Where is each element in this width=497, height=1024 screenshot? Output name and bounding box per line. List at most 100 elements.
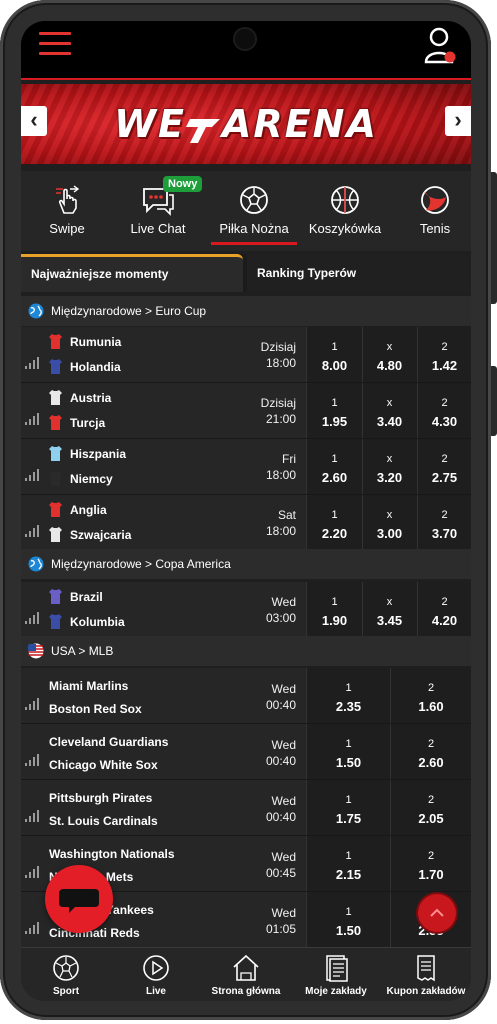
team-name: Turcja — [70, 415, 106, 430]
odd-away[interactable]: 2 1.70 — [390, 836, 471, 891]
signal-bars-icon — [25, 810, 39, 822]
nav-tenis[interactable]: Tenis — [399, 171, 471, 251]
bottom-nav-home[interactable]: Strona główna — [201, 948, 291, 1001]
menu-icon[interactable] — [39, 32, 71, 58]
banner-prev-button[interactable]: ‹ — [21, 106, 47, 136]
odd-key: 1 — [345, 906, 352, 918]
match-teams: Brazil Kolumbia — [49, 582, 249, 637]
bottom-nav-label: Kupon zakładów — [386, 986, 466, 997]
league-header-copa[interactable]: Międzynarodowe > Copa America — [21, 549, 471, 579]
logo-slash-mark — [186, 110, 222, 143]
match-row[interactable]: Cleveland Guardians Chicago White Sox Wed 0… — [21, 724, 471, 780]
nav-pilka-nozna[interactable]: Piłka Nożna — [211, 171, 297, 251]
odd-away[interactable]: 2 2.60 — [390, 724, 471, 779]
odd-value: 1.60 — [418, 699, 444, 714]
match-hour: 21:00 — [265, 412, 296, 426]
user-icon[interactable] — [423, 26, 457, 66]
league-header-euro[interactable]: Międzynarodowe > Euro Cup — [21, 296, 471, 326]
odd-home[interactable]: 1 8.00 — [307, 327, 363, 382]
match-row[interactable]: Hiszpania Niemcy Fri 18:00 1 2.60 x 3.20 2 2.75 — [21, 439, 471, 495]
bottom-navigation: Sport Live Strona główna Moje zakłady Ku… — [21, 947, 471, 1001]
away-team: Chicago White Sox — [49, 757, 158, 772]
odd-home[interactable]: 1 2.60 — [307, 439, 363, 494]
odd-away[interactable]: 2 1.42 — [417, 327, 471, 382]
match-row[interactable]: Miami Marlins Boston Red Sox Wed 00:40 1 2.35… — [21, 668, 471, 724]
home-team: Brazil — [49, 589, 103, 605]
odd-home[interactable]: 1 2.20 — [307, 495, 363, 550]
nav-koszykowka[interactable]: Koszykówka — [301, 171, 389, 251]
odd-value: 2.15 — [335, 867, 362, 882]
top-bar — [21, 21, 471, 78]
side-button — [491, 366, 497, 436]
odd-key: 2 — [441, 509, 448, 521]
bottom-nav-coupon[interactable]: Kupon zakładów — [381, 948, 471, 1001]
odd-draw[interactable]: x 3.20 — [362, 439, 418, 494]
odd-away[interactable]: 2 4.30 — [417, 383, 471, 438]
bottom-nav-live[interactable]: Live — [111, 948, 201, 1001]
sports-navigation: Swipe Live Chat Nowy Piłka Nożna Koszykó… — [21, 171, 471, 251]
odd-key: 1 — [331, 596, 338, 608]
odd-home[interactable]: 1 1.50 — [307, 892, 391, 947]
nav-label: Live Chat — [130, 221, 186, 236]
tab-highlights[interactable]: Najważniejsze momenty — [21, 254, 243, 292]
odd-value: 1.70 — [418, 867, 444, 882]
away-team: St. Louis Cardinals — [49, 813, 158, 828]
odd-draw[interactable]: x 4.80 — [362, 327, 418, 382]
odd-key: 2 — [427, 794, 435, 806]
banner-next-button[interactable]: › — [445, 106, 471, 136]
match-day: Wed — [271, 682, 296, 696]
match-hour: 01:05 — [265, 922, 296, 936]
tab-ranking[interactable]: Ranking Typerów — [247, 254, 471, 292]
odd-home[interactable]: 1 1.50 — [307, 724, 391, 779]
odd-value: 4.80 — [376, 358, 403, 373]
odd-home[interactable]: 1 2.35 — [307, 668, 391, 723]
match-teams: Anglia Szwajcaria — [49, 495, 249, 550]
team-name: Niemcy — [70, 471, 113, 486]
team-name: Miami Marlins — [49, 678, 129, 693]
odd-away[interactable]: 2 2.05 — [390, 780, 471, 835]
odds-group: 1 1.75 2 2.05 — [306, 780, 471, 835]
league-header-mlb[interactable]: USA > MLB — [21, 636, 471, 666]
match-row[interactable]: Brazil Kolumbia Wed 03:00 1 1.90 x 3.45 2 4.20 — [21, 582, 471, 638]
odd-key: 1 — [345, 794, 352, 806]
odd-away[interactable]: 2 1.60 — [390, 668, 471, 723]
soccer-ball-icon — [240, 186, 268, 214]
nav-swipe[interactable]: Swipe — [21, 171, 113, 251]
bottom-nav-label: Sport — [52, 986, 80, 997]
tennis-icon — [421, 186, 449, 214]
live-chat-fab[interactable] — [45, 865, 113, 933]
odd-home[interactable]: 1 1.90 — [307, 582, 363, 637]
odd-value: 8.00 — [321, 358, 348, 373]
promo-banner[interactable]: WE ARENA ‹ › — [21, 84, 471, 164]
odd-draw[interactable]: x 3.00 — [362, 495, 418, 550]
match-row[interactable]: Rumunia Holandia Dzisiaj 18:00 1 8.00 x 4.80 2 1.… — [21, 327, 471, 383]
side-button — [491, 172, 497, 304]
match-day: Wed — [271, 850, 296, 864]
odd-draw[interactable]: x 3.40 — [362, 383, 418, 438]
match-teams: Pittsburgh Pirates St. Louis Cardinals — [49, 780, 249, 835]
signal-bars-icon — [25, 525, 39, 537]
odd-home[interactable]: 1 1.75 — [307, 780, 391, 835]
home-team: Anglia — [49, 502, 107, 518]
match-day: Fri — [282, 452, 296, 466]
odd-key: 2 — [427, 738, 435, 750]
odd-draw[interactable]: x 3.45 — [362, 582, 418, 637]
odd-home[interactable]: 1 1.95 — [307, 383, 363, 438]
home-team: Hiszpania — [49, 446, 126, 462]
new-badge: Nowy — [163, 176, 203, 192]
odds-group: 1 1.50 2 2.60 — [306, 724, 471, 779]
match-row[interactable]: Anglia Szwajcaria Sat 18:00 1 2.20 x 3.00 2 3.70 — [21, 495, 471, 551]
odd-value: 4.20 — [431, 613, 458, 628]
bottom-nav-sport[interactable]: Sport — [21, 948, 111, 1001]
odd-value: 3.45 — [376, 613, 403, 628]
match-row[interactable]: Pittsburgh Pirates St. Louis Cardinals Wed… — [21, 780, 471, 836]
odd-away[interactable]: 2 2.75 — [417, 439, 471, 494]
scroll-top-button[interactable] — [418, 894, 456, 932]
odd-away[interactable]: 2 4.20 — [417, 582, 471, 637]
match-row[interactable]: Austria Turcja Dzisiaj 21:00 1 1.95 x 3.40 2 4.30 — [21, 383, 471, 439]
match-hour: 00:45 — [265, 866, 296, 880]
odd-home[interactable]: 1 2.15 — [307, 836, 391, 891]
nav-label: Piłka Nożna — [219, 221, 289, 236]
odd-away[interactable]: 2 3.70 — [417, 495, 471, 550]
bottom-nav-my-bets[interactable]: Moje zakłady — [291, 948, 381, 1001]
